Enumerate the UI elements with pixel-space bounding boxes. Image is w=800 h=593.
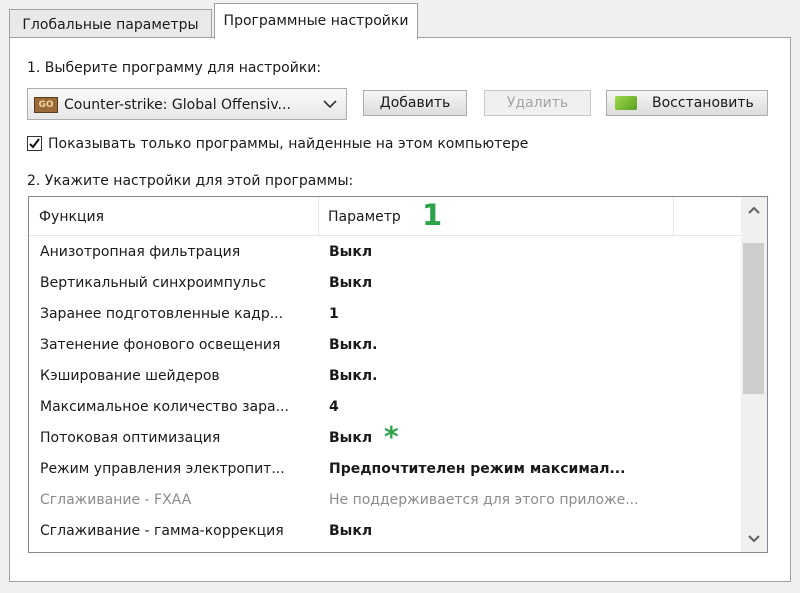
table-row[interactable]: Режим управления электропит... Предпочти… (29, 455, 741, 486)
scroll-up-button[interactable] (741, 197, 767, 223)
settings-grid: Функция Параметр 1 Анизотропная фильтрац… (28, 196, 768, 553)
column-header-value[interactable]: Параметр (328, 209, 401, 225)
table-row[interactable]: Кэширование шейдеров Выкл. (29, 362, 741, 393)
restore-button[interactable]: Восстановить (606, 90, 768, 116)
table-row[interactable]: Сглаживание - FXAA Не поддерживается для… (29, 486, 741, 517)
checkmark-icon (29, 138, 40, 149)
nvidia-logo-icon (615, 96, 637, 110)
table-row[interactable]: Анизотропная фильтрация Выкл (29, 238, 741, 269)
feature-name: Анизотропная фильтрация (40, 244, 241, 260)
grid-header: Функция Параметр 1 (29, 197, 741, 236)
feature-name: Сглаживание - FXAA (40, 492, 192, 508)
scroll-down-button[interactable] (741, 526, 767, 552)
feature-value[interactable]: Выкл (329, 523, 372, 539)
feature-value[interactable]: 4 (329, 399, 339, 415)
chevron-down-icon (323, 100, 337, 109)
column-separator[interactable] (673, 197, 674, 236)
feature-value[interactable]: Выкл (329, 430, 372, 446)
table-row[interactable]: Вертикальный синхроимпульс Выкл (29, 269, 741, 300)
step1-label: 1. Выберите программу для настройки: (27, 60, 322, 76)
feature-name: Потоковая оптимизация (40, 430, 221, 446)
table-row[interactable]: Затенение фонового освещения Выкл. (29, 331, 741, 362)
feature-name: Максимальное количество зара... (40, 399, 289, 415)
feature-name: Сглаживание - гамма-коррекция (40, 523, 284, 539)
show-only-label[interactable]: Показывать только программы, найденные н… (48, 136, 528, 152)
scrollbar-thumb[interactable] (743, 243, 764, 394)
program-select-value: Counter-strike: Global Offensiv... (64, 97, 291, 113)
chevron-down-icon (748, 535, 760, 543)
feature-value[interactable]: Выкл (329, 244, 372, 260)
vertical-scrollbar[interactable] (741, 197, 767, 552)
table-row[interactable]: Сглаживание - гамма-коррекция Выкл (29, 517, 741, 548)
callout-number: 1 (422, 198, 443, 232)
feature-name: Режим управления электропит... (40, 461, 285, 477)
feature-value: Не поддерживается для этого приложе... (329, 492, 639, 508)
table-row[interactable]: Заранее подготовленные кадр... 1 (29, 300, 741, 331)
show-only-checkbox[interactable] (27, 136, 42, 151)
chevron-up-icon (748, 206, 760, 214)
callout-asterisk: * (384, 420, 399, 453)
add-button[interactable]: Добавить (363, 90, 467, 116)
feature-name: Вертикальный синхроимпульс (40, 275, 267, 291)
feature-name: Кэширование шейдеров (40, 368, 220, 384)
tab-global-settings[interactable]: Глобальные параметры (9, 9, 212, 38)
column-separator[interactable] (318, 197, 319, 236)
feature-value[interactable]: 1 (329, 306, 339, 322)
restore-button-label: Восстановить (652, 95, 754, 111)
feature-value[interactable]: Предпочтителен режим максимал... (329, 461, 625, 477)
program-select[interactable]: GO Counter-strike: Global Offensiv... (27, 88, 347, 120)
tab-program-settings[interactable]: Программные настройки (214, 3, 418, 39)
column-header-feature[interactable]: Функция (39, 209, 104, 225)
grid-rows: Анизотропная фильтрация Выкл Вертикальны… (29, 238, 741, 548)
feature-value[interactable]: Выкл. (329, 337, 377, 353)
feature-value[interactable]: Выкл (329, 275, 372, 291)
table-row[interactable]: Потоковая оптимизация Выкл * (29, 420, 741, 455)
feature-name: Заранее подготовленные кадр... (40, 306, 284, 322)
feature-value[interactable]: Выкл. (329, 368, 377, 384)
feature-name: Затенение фонового освещения (40, 337, 281, 353)
csgo-icon: GO (34, 97, 58, 113)
step2-label: 2. Укажите настройки для этой программы: (27, 173, 354, 189)
remove-button[interactable]: Удалить (484, 90, 591, 116)
